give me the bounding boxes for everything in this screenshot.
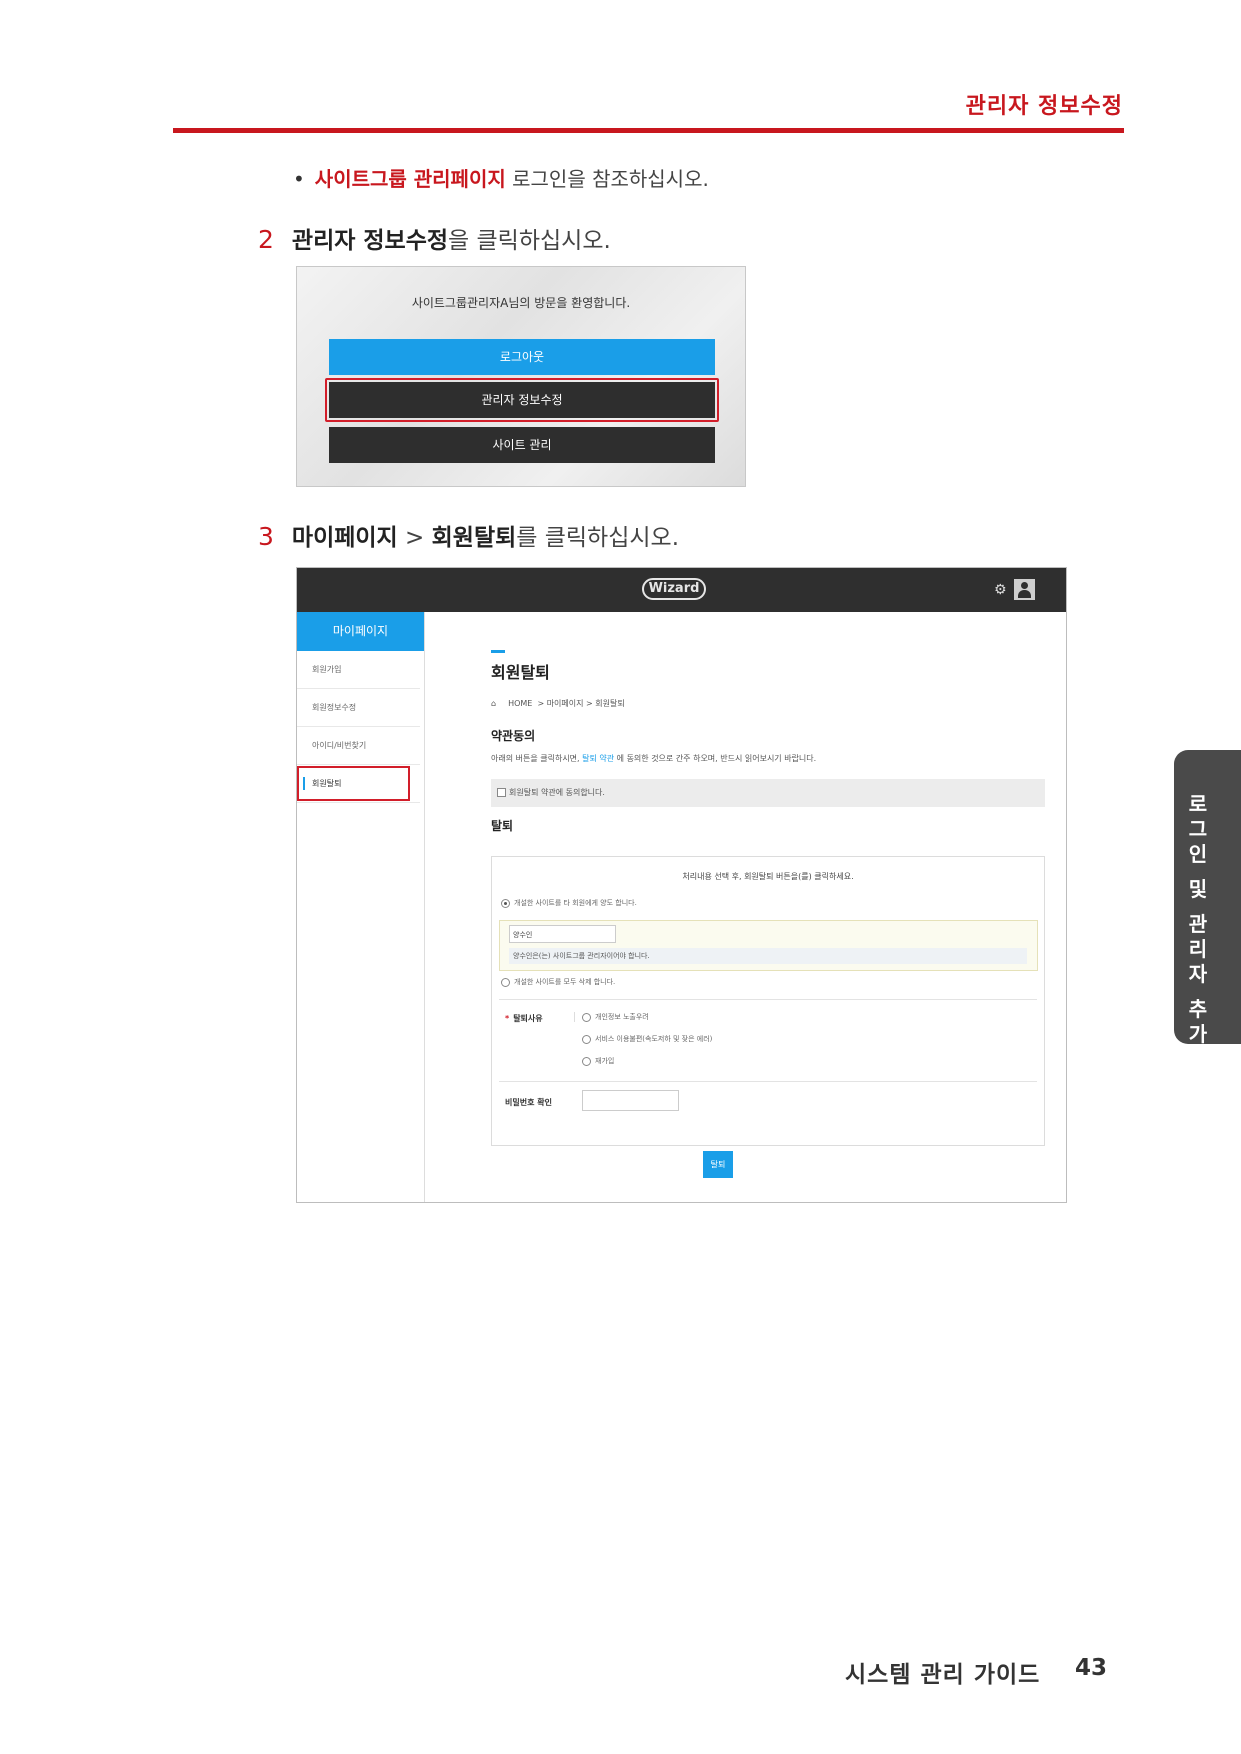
footer-title: 시스템 관리 가이드 [845,1662,1041,1688]
reason-separator [574,1012,575,1022]
page-number: 43 [1075,1655,1108,1681]
successor-input[interactable]: 양수인 [509,925,616,943]
highlight-box [297,766,410,801]
bullet-rest: 로그인을 참조하십시오. [505,167,709,191]
divider [499,999,1037,1000]
required-mark: * [505,1014,510,1023]
reason-option-label[interactable]: 서비스 이용불편(속도저하 및 잦은 에러) [595,1035,712,1043]
terms-notice: 아래의 버튼을 클릭하시면, 탈퇴 약관 에 동의한 것으로 간주 하오며, 반… [491,753,816,764]
user-icon[interactable] [1014,579,1035,600]
step-bold-withdraw: 회원탈퇴 [431,525,517,551]
sidebar-title[interactable]: 마이페이지 [297,612,424,651]
step-bold: 관리자 정보수정 [291,228,449,254]
home-icon[interactable]: ⌂ [491,699,496,708]
notice-before: 아래의 버튼을 클릭하시면, [491,754,583,763]
delete-radio[interactable] [501,977,510,987]
agree-label[interactable]: 회원탈퇴 약관에 동의합니다. [509,788,605,797]
step-number: 3 [258,522,274,551]
step-3: 3 마이페이지 > 회원탈퇴를 클릭하십시오. [258,518,679,552]
side-tab-gap [1174,867,1222,877]
reason-radio[interactable] [582,1012,591,1022]
password-label: 비밀번호 확인 [505,1098,552,1107]
gear-icon[interactable]: ⚙ [994,582,1007,598]
side-tab-char: 리 [1188,937,1208,961]
reason-label: * 탈퇴사유 [505,1013,543,1024]
reason-option-label[interactable]: 개인정보 노출우려 [595,1013,649,1021]
breadcrumb-level2: > 회원탈퇴 [586,699,625,708]
withdraw-instruction: 처리내용 선택 후, 회원탈퇴 버튼을(를) 클릭하세요. [682,872,854,881]
password-input[interactable] [582,1090,679,1111]
step-rest: 을 클릭하십시오. [448,228,611,254]
side-tab-char: 및 [1188,877,1208,901]
reason-radio[interactable] [582,1034,591,1044]
option-delete-label[interactable]: 개설한 사이트를 모두 삭제 합니다. [514,978,615,986]
withdraw-title: 탈퇴 [491,819,514,833]
withdraw-box: 처리내용 선택 후, 회원탈퇴 버튼을(를) 클릭하세요. 개설한 사이트를 타… [491,856,1045,1146]
logout-button[interactable]: 로그아웃 [329,339,715,375]
bullet-dot: • [293,167,305,191]
step-bold-mypage: 마이페이지 [291,525,398,551]
highlight-box [325,378,719,422]
page-title: 회원탈퇴 [491,663,550,682]
successor-note: 양수인은(는) 사이트그룹 관리자이어야 합니다. [509,948,1027,964]
step-sep: > [397,525,432,551]
header-rule [173,128,1124,133]
wizard-logo[interactable]: Wizard [642,578,706,600]
sidebar-item-edit-info[interactable]: 회원정보수정 [297,689,420,727]
top-bar: Wizard ⚙ [297,568,1066,612]
side-tab-gap [1174,902,1222,912]
login-panel-screenshot: 사이트그룹관리자A님의 방문을 환영합니다. 로그아웃 관리자 정보수정 사이트… [296,266,746,487]
bullet-highlight: 사이트그룹 관리페이지 [314,167,506,191]
welcome-text: 사이트그룹관리자A님의 방문을 환영합니다. [411,296,631,310]
notice-after: 에 동의한 것으로 간주 하오며, 반드시 읽어보시기 바랍니다. [614,754,817,763]
divider [499,1081,1037,1082]
header-title: 관리자 정보수정 [965,94,1123,119]
side-tab-char: 관 [1188,912,1208,936]
main-content: 회원탈퇴 ⌂ HOME > 마이페이지 > 회원탈퇴 약관동의 아래의 버튼을 클… [424,612,1066,1202]
breadcrumb-level1[interactable]: > 마이페이지 [537,699,583,708]
reason-option[interactable]: 재가입 [582,1056,614,1066]
step-rest: 를 클릭하십시오. [516,525,680,551]
reason-label-text: 탈퇴사유 [513,1014,543,1023]
title-accent [491,650,505,653]
chapter-side-tab: 로 그 인 및 관 리 자 추 가 [1174,750,1241,1047]
reason-option[interactable]: 개인정보 노출우려 [582,1012,649,1022]
breadcrumb-home[interactable]: HOME [508,699,532,708]
side-tab-text: 로 그 인 및 관 리 자 추 가 [1174,792,1222,1047]
transfer-radio[interactable] [501,898,510,908]
breadcrumb: ⌂ HOME > 마이페이지 > 회원탈퇴 [491,698,625,709]
sidebar-item-join[interactable]: 회원가입 [297,651,420,689]
reason-radio[interactable] [582,1056,591,1066]
reason-option[interactable]: 서비스 이용불편(속도저하 및 잦은 에러) [582,1034,712,1044]
bullet-line: • 사이트그룹 관리페이지 로그인을 참조하십시오. [293,163,709,192]
withdraw-page-screenshot: Wizard ⚙ 마이페이지 회원가입 회원정보수정 아이디/비번찾기 회원탈퇴… [296,567,1067,1203]
site-manage-button[interactable]: 사이트 관리 [329,427,715,463]
agree-checkbox[interactable] [497,788,506,797]
agree-row: 회원탈퇴 약관에 동의합니다. [491,779,1045,807]
side-tab-char: 로 [1188,792,1208,816]
side-tab-gap [1174,987,1222,997]
option-transfer[interactable]: 개설한 사이트를 타 회원에게 양도 합니다. [501,898,637,908]
reason-option-label[interactable]: 재가입 [595,1057,614,1065]
option-delete[interactable]: 개설한 사이트를 모두 삭제 합니다. [501,977,615,987]
successor-box: 양수인 양수인은(는) 사이트그룹 관리자이어야 합니다. [499,920,1038,971]
step-2: 2 관리자 정보수정을 클릭하십시오. [258,221,611,255]
side-tab-char: 그 [1188,817,1208,841]
step-number: 2 [258,225,274,254]
side-tab-char: 가 [1188,1022,1208,1046]
side-tab-char: 추 [1188,997,1208,1021]
option-transfer-label[interactable]: 개설한 사이트를 타 회원에게 양도 합니다. [514,899,637,907]
withdraw-submit-button[interactable]: 탈퇴 [703,1151,733,1178]
sidebar-item-find-id[interactable]: 아이디/비번찾기 [297,727,420,765]
side-tab-char: 인 [1188,842,1208,866]
terms-title: 약관동의 [491,729,536,743]
terms-link[interactable]: 탈퇴 약관 [582,754,614,763]
side-tab-char: 자 [1188,962,1208,986]
sidebar: 마이페이지 회원가입 회원정보수정 아이디/비번찾기 회원탈퇴 [297,612,425,1202]
